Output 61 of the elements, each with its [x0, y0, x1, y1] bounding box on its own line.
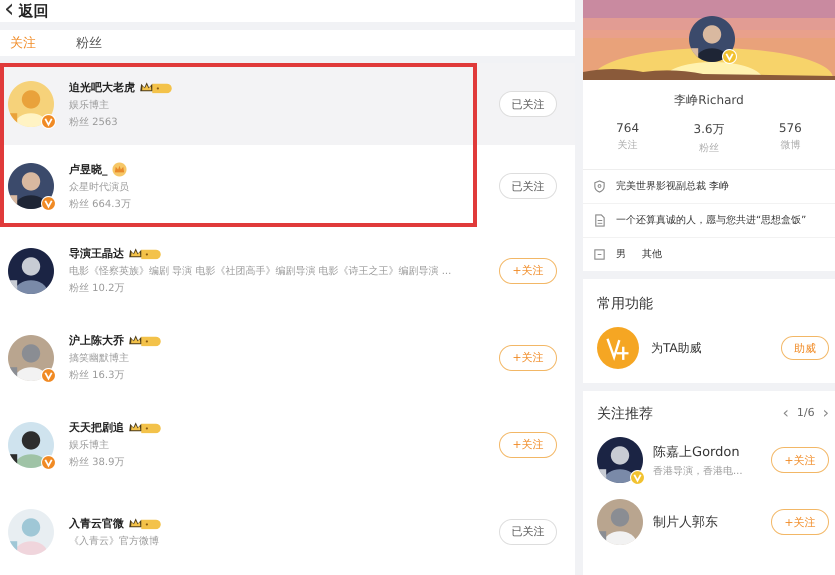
follower-count: 粉丝 2563 [69, 116, 119, 128]
user-row[interactable]: 导演王晶达 电影《怪察英族》编剧 导演 电影《社团高手》编剧导演 电影《诗王之王》编剧导演 ... 粉丝 10.2万 +关注 [0, 227, 575, 314]
profile-info: 男 [616, 248, 626, 262]
stat-value: 576 [778, 121, 802, 135]
stat-label: 粉丝 [698, 142, 720, 155]
crown-badge-icon [128, 334, 162, 347]
back-icon: ‹ [4, 0, 14, 22]
crown-badge-icon [112, 162, 126, 176]
back-button[interactable]: ‹返回 [0, 0, 52, 22]
profile-info: 其他 [642, 248, 662, 262]
follower-count: 粉丝 664.3万 [69, 198, 132, 210]
user-description: 娱乐博主 [69, 438, 110, 452]
previous-button[interactable]: ‹ [780, 402, 791, 422]
crown-badge-icon [128, 421, 162, 434]
v4-badge-icon [597, 327, 639, 369]
stat-value: 764 [616, 121, 640, 135]
following-button[interactable]: 已关注 [499, 91, 557, 117]
user-description: 众星时代演员 [69, 180, 130, 194]
user-name[interactable]: 陈嘉上Gordon [653, 442, 761, 460]
follower-count: 粉丝 16.3万 [69, 368, 126, 382]
section-title: 常用功能 [596, 295, 654, 314]
user-name[interactable]: 导演王晶达 [69, 246, 124, 261]
follower-count: 粉丝 10.2万 [69, 282, 126, 295]
stat-value: 3.6万 [693, 121, 725, 138]
user-description: 电影《怪察英族》编剧 导演 电影《社团高手》编剧导演 电影《诗王之王》编剧导演 ... [69, 264, 452, 278]
user-name[interactable]: 天天把剧追 [69, 420, 124, 435]
profile-info: 完美世界影视副总裁 李峥 [616, 180, 730, 194]
document-icon [593, 214, 606, 227]
user-name[interactable]: 入青云官微 [69, 516, 124, 530]
following-button[interactable]: 已关注 [499, 173, 557, 199]
shield-icon [593, 180, 606, 193]
profile-name: 李峥Richard [673, 92, 745, 109]
crown-badge-icon [139, 80, 173, 94]
stat-item[interactable]: 3.6万 粉丝 [693, 121, 725, 155]
stat-label: 关注 [616, 138, 639, 152]
user-description: 《入青云》官方微博 [69, 534, 160, 548]
user-description: 娱乐博主 [69, 98, 110, 112]
user-row[interactable]: 沪上陈大乔 搞笑幽默博主 粉丝 16.3万 +关注 [0, 314, 575, 401]
next-button[interactable]: › [820, 402, 831, 422]
stat-item[interactable]: 576 微博 [778, 121, 802, 155]
user-name[interactable]: 卢昱晓_ [69, 162, 108, 176]
user-row[interactable]: 入青云官微 《入青云》官方微博 已关注 [0, 488, 575, 575]
crown-badge-icon [128, 247, 162, 260]
tab[interactable]: 粉丝 [76, 30, 102, 56]
page-indicator: 1/6 [796, 406, 815, 418]
user-name[interactable]: 沪上陈大乔 [69, 333, 124, 348]
follower-count: 粉丝 38.9万 [69, 456, 126, 469]
user-row[interactable]: 卢昱晓_ 众星时代演员 粉丝 664.3万 已关注 [0, 145, 575, 227]
section-title: 关注推荐 [596, 405, 654, 424]
user-name[interactable]: 迫光吧大老虎 [69, 80, 135, 94]
user-description: 香港导演，香港电... [653, 464, 744, 478]
crown-badge-icon [128, 516, 162, 530]
user-row[interactable]: 天天把剧追 娱乐博主 粉丝 38.9万 +关注 [0, 401, 575, 488]
user-description: 搞笑幽默博主 [69, 352, 130, 365]
stat-label: 微博 [779, 138, 802, 152]
back-label[interactable]: 返回 [18, 2, 48, 20]
function-label: 为TA助威 [651, 340, 703, 356]
profile-info: 一个还算真诚的人，愿与您共进“思想盒饭” [616, 214, 806, 228]
following-button[interactable]: 已关注 [499, 518, 557, 544]
user-name[interactable]: 制片人郭东 [653, 513, 761, 531]
stat-item[interactable]: 764 关注 [616, 121, 640, 155]
